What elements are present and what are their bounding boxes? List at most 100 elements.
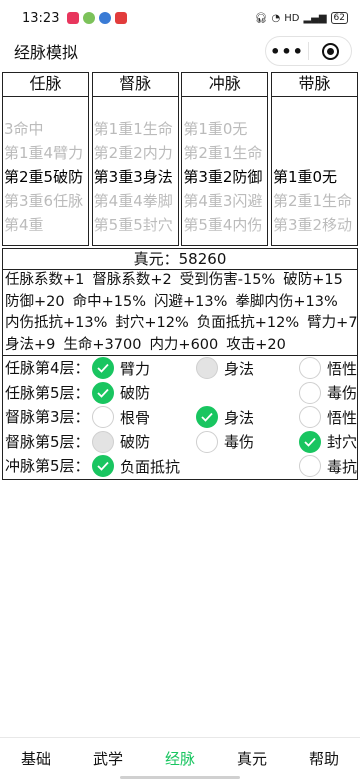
layer-option-row: 任脉第4层： 臂力 身法 悟性 xyxy=(3,356,357,381)
picker-selected-option[interactable]: 第1重0无 xyxy=(272,165,357,189)
radio-circle[interactable] xyxy=(299,406,321,429)
picker-options: 第1重1生命 第2重2内力 第3重3身法 第4重4拳脚 第5重5封穴 xyxy=(93,97,178,237)
option-label: 毒伤 xyxy=(327,384,358,403)
picker-title: 督脉 xyxy=(92,73,178,97)
picker-option[interactable]: 第3重6任脉 xyxy=(3,189,88,213)
layer-label: 任脉第5层： xyxy=(5,383,90,402)
tab-1[interactable]: 武学 xyxy=(72,738,144,780)
option-choice[interactable]: 封穴 xyxy=(299,430,357,454)
status-bar: 13:23 🎧︎ ◔ HD ▂▄▆ 62 xyxy=(0,0,360,36)
check-icon[interactable] xyxy=(299,430,321,453)
meridian-picker[interactable]: 带脉 第1重0无 第2重1生命 第3重2移动 xyxy=(270,72,358,246)
option-choice[interactable]: 毒伤 xyxy=(299,381,357,405)
bottom-tab-bar: 基础 武学 经脉 真元 帮助 xyxy=(0,737,360,780)
close-mini-program-button[interactable] xyxy=(309,42,351,60)
picker-wheel[interactable]: 3命中 第1重4臂力 第2重5破防 第3重6任脉 第4重 xyxy=(3,97,88,245)
page-title: 经脉模拟 xyxy=(14,43,79,62)
option-label: 封穴 xyxy=(327,433,358,452)
picker-selected-option[interactable]: 第2重5破防 xyxy=(3,165,88,189)
meridian-picker[interactable]: 任脉 3命中 第1重4臂力 第2重5破防 第3重6任脉 第4重 xyxy=(2,72,89,246)
radio-circle[interactable] xyxy=(299,357,321,379)
picker-option[interactable]: 第1重1生命 xyxy=(93,117,178,141)
stat-line: 防御+20 命中+15% 闪避+13% 拳脚内伤+13% xyxy=(3,292,357,314)
option-choice[interactable]: 悟性 xyxy=(299,356,357,380)
mini-program-capsule: ••• xyxy=(265,36,352,66)
option-choice[interactable]: 毒伤 xyxy=(196,430,254,454)
option-choice[interactable]: 根骨 xyxy=(92,405,150,429)
meridian-picker[interactable]: 冲脉 第1重0无 第2重1生命 第3重2防御 第4重3闪避 第5重4内伤 xyxy=(181,72,269,246)
tab-3[interactable]: 真元 xyxy=(216,738,288,780)
radio-circle[interactable] xyxy=(196,430,218,453)
app-notification-icon xyxy=(83,12,96,24)
check-icon[interactable] xyxy=(92,357,114,379)
layer-option-row: 督脉第3层： 根骨 身法 悟性 xyxy=(3,405,357,430)
picker-option[interactable]: 第2重1生命 xyxy=(182,141,267,165)
picker-option[interactable]: 3命中 xyxy=(3,117,88,141)
picker-option[interactable]: 第1重0无 xyxy=(182,117,267,141)
picker-selected-option[interactable]: 第3重2防御 xyxy=(182,165,267,189)
tab-4[interactable]: 帮助 xyxy=(288,738,360,780)
option-choice[interactable]: 破防 xyxy=(92,381,150,405)
stat-value: 臂力+7 xyxy=(307,315,358,331)
picker-title: 任脉 xyxy=(3,73,88,97)
picker-options: 3命中 第1重4臂力 第2重5破防 第3重6任脉 第4重 xyxy=(3,117,88,237)
option-choice[interactable]: 臂力 xyxy=(92,356,150,380)
app-notification-icon xyxy=(67,12,80,24)
stat-value: 身法+9 xyxy=(5,336,56,353)
stat-value: 督脉系数+2 xyxy=(92,272,172,288)
option-label: 悟性 xyxy=(327,408,358,427)
stat-value: 生命+3700 xyxy=(63,336,142,353)
picker-option[interactable]: 第2重2内力 xyxy=(93,141,178,165)
check-icon[interactable] xyxy=(92,455,114,478)
app-notification-icon xyxy=(99,12,112,24)
option-choice[interactable]: 负面抵抗 xyxy=(92,454,180,478)
picker-option[interactable] xyxy=(272,141,357,165)
option-label: 破防 xyxy=(120,384,151,403)
more-menu-button[interactable]: ••• xyxy=(266,42,308,61)
status-time: 13:23 xyxy=(22,10,60,26)
picker-option[interactable]: 第4重4拳脚 xyxy=(93,189,178,213)
stat-line: 内伤抵抗+13% 封穴+12% 负面抵抗+12% 臂力+7 xyxy=(3,313,358,335)
signal-icon: ▂▄▆ xyxy=(303,12,327,24)
check-icon[interactable] xyxy=(196,406,218,429)
layer-options: 任脉第4层： 臂力 身法 悟性 任脉第5层： 破防 毒伤 督脉第3层： 根骨 身法 悟性 督脉第5层：… xyxy=(2,356,358,480)
stat-value: 破防+15 xyxy=(283,272,343,288)
picker-wheel[interactable]: 第1重0无 第2重1生命 第3重2移动 xyxy=(271,97,357,245)
home-indicator xyxy=(120,776,240,779)
option-choice[interactable]: 悟性 xyxy=(299,405,357,429)
layer-label: 冲脉第5层： xyxy=(5,457,90,476)
meridian-picker[interactable]: 督脉 第1重1生命 第2重2内力 第3重3身法 第4重4拳脚 第5重5封穴 xyxy=(91,72,179,246)
picker-wheel[interactable]: 第1重0无 第2重1生命 第3重2防御 第4重3闪避 第5重4内伤 xyxy=(182,97,268,245)
tab-2[interactable]: 经脉 xyxy=(144,738,216,780)
radio-circle[interactable] xyxy=(299,455,321,478)
stat-value: 负面抵抗+12% xyxy=(196,315,300,331)
picker-selected-option[interactable]: 第3重3身法 xyxy=(93,165,178,189)
stat-value: 命中+15% xyxy=(72,293,146,310)
layer-label: 任脉第4层： xyxy=(5,359,90,377)
layer-label: 督脉第5层： xyxy=(5,432,90,451)
stat-value: 封穴+12% xyxy=(115,315,189,331)
network-label: HD xyxy=(284,12,300,24)
stat-value: 防御+20 xyxy=(5,293,65,310)
picker-option[interactable]: 第2重1生命 xyxy=(272,189,357,213)
option-label: 根骨 xyxy=(120,408,151,427)
meridian-pickers: 任脉 3命中 第1重4臂力 第2重5破防 第3重6任脉 第4重 督脉 第1重1生命 第2重2内力… xyxy=(2,72,358,246)
app-notification-icon xyxy=(115,12,128,24)
status-indicators: 🎧︎ ◔ HD ▂▄▆ 62 xyxy=(255,12,348,24)
tab-0[interactable]: 基础 xyxy=(0,738,72,780)
picker-title: 带脉 xyxy=(271,73,357,97)
option-choice: 身法 xyxy=(196,356,254,380)
layer-option-row: 督脉第5层： 破防 毒伤 封穴 xyxy=(3,430,357,455)
option-choice[interactable]: 身法 xyxy=(196,405,254,429)
picker-option[interactable] xyxy=(272,117,357,141)
radio-circle xyxy=(92,430,114,453)
option-label: 负面抵抗 xyxy=(120,457,181,476)
radio-circle[interactable] xyxy=(299,381,321,404)
option-choice[interactable]: 毒抗 xyxy=(299,454,357,478)
picker-options: 第1重0无 第2重1生命 第3重2防御 第4重3闪避 第5重4内伤 xyxy=(182,97,267,237)
radio-circle[interactable] xyxy=(92,406,114,429)
picker-wheel[interactable]: 第1重1生命 第2重2内力 第3重3身法 第4重4拳脚 第5重5封穴 xyxy=(92,97,178,245)
picker-option[interactable]: 第1重4臂力 xyxy=(3,141,88,165)
check-icon[interactable] xyxy=(92,381,114,404)
picker-option[interactable]: 第4重3闪避 xyxy=(182,189,267,213)
